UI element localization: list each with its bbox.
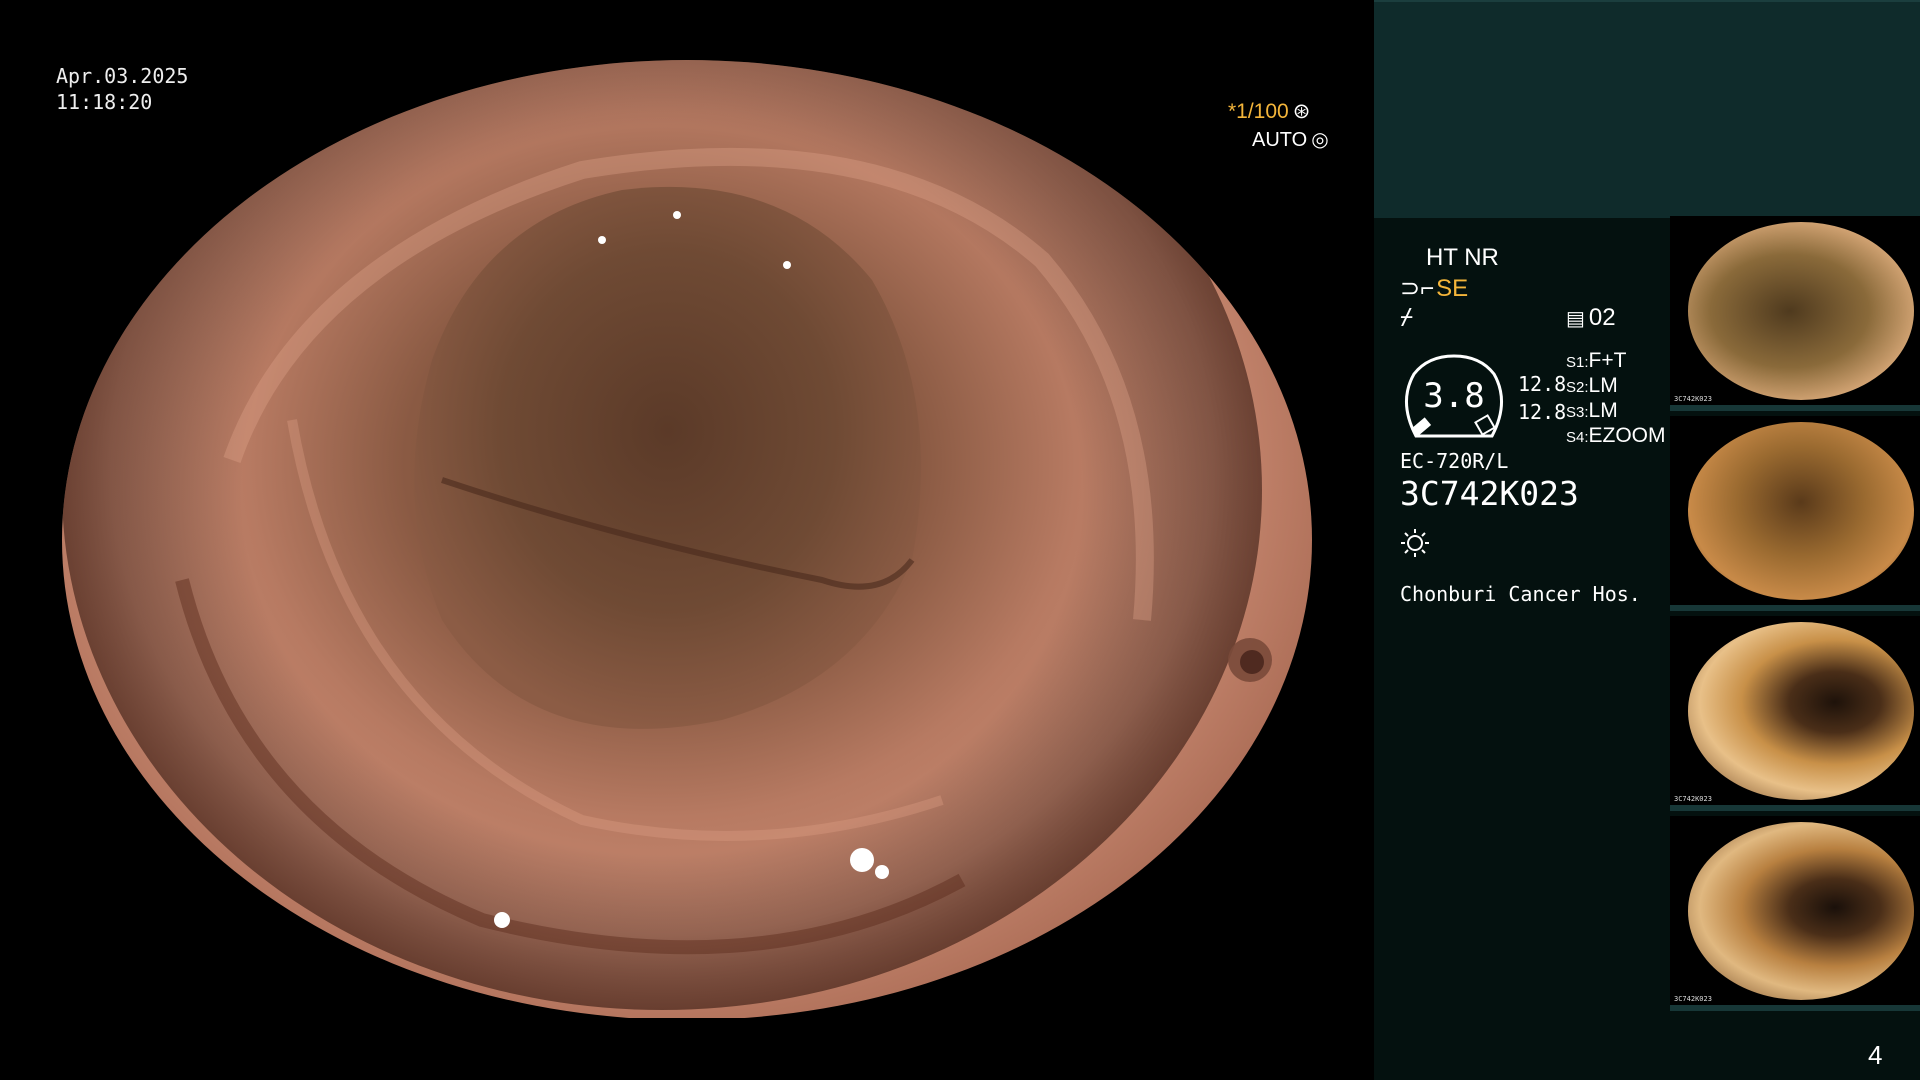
switch-key: S2: <box>1566 379 1589 396</box>
thumbnail-label: 3C742K023 <box>1674 795 1712 803</box>
gauge-value: 3.8 <box>1423 376 1485 416</box>
date-text: Apr.03.2025 <box>56 64 189 88</box>
memory-card-icon: ▤ <box>1566 308 1585 330</box>
thumbnail-bar <box>1670 605 1920 611</box>
auto-exposure: AUTO ◎ <box>1252 127 1329 152</box>
datetime-readout: Apr.03.2025 11:18:20 <box>56 63 188 115</box>
thumbnail-1[interactable]: 3C742K023 <box>1670 216 1920 411</box>
thumbnail-label: 3C742K023 <box>1674 995 1712 1003</box>
ht-nr-label: HT NR <box>1426 244 1499 271</box>
scope-serial: 3C742K023 <box>1400 474 1579 513</box>
shutter-speed: *1/100 ⊛ <box>1228 99 1310 124</box>
thumbnail-3[interactable]: 3C742K023 <box>1670 616 1920 811</box>
switch-value: LM <box>1588 374 1618 397</box>
aperture-icon: ⊛ <box>1292 100 1311 123</box>
iris-icon: ◎ <box>1311 129 1329 151</box>
thumbnail-image <box>1688 222 1914 400</box>
aux-value-1: 12.8 <box>1518 372 1567 396</box>
aux-value-2: 12.8 <box>1518 400 1567 424</box>
right-panel: HT NR ⊃⌐SE ⌿ ▤ 02 3.8 12.8 12.8 S1:F+T S2… <box>1374 0 1920 1080</box>
thumbnail-image <box>1688 422 1914 600</box>
switch-row: S4:EZOOM <box>1566 423 1666 448</box>
scope-model: EC-720R/L <box>1400 449 1509 473</box>
se-label: SE <box>1436 275 1469 302</box>
thumbnail-image <box>1688 622 1914 800</box>
thumbnail-4[interactable]: 3C742K023 <box>1670 816 1920 1011</box>
thumbnail-2[interactable] <box>1670 416 1920 611</box>
memory-slot: ▤ 02 <box>1566 304 1616 332</box>
top-teal-panel <box>1374 0 1920 218</box>
thumbnail-bar <box>1670 805 1920 811</box>
switch-row: S1:F+T <box>1566 348 1666 373</box>
memory-value: 02 <box>1588 304 1616 331</box>
thumbnail-image <box>1688 822 1914 1000</box>
hospital-name: Chonburi Cancer Hos. <box>1400 582 1641 606</box>
structure-enhance-icon: ⊃⌐ <box>1400 275 1435 302</box>
zoom-gauge: 3.8 <box>1398 352 1510 444</box>
structure-enhance: ⊃⌐SE <box>1400 274 1468 303</box>
top-mask <box>0 0 1374 60</box>
auto-label: AUTO <box>1252 129 1308 151</box>
endoscope-view-area: Apr.03.2025 11:18:20 *1/100 ⊛ AUTO ◎ <box>0 0 1374 1080</box>
page-number: 4 <box>1868 1040 1883 1070</box>
thumbnail-label: 3C742K023 <box>1674 395 1712 403</box>
shutter-value: *1/100 <box>1228 100 1289 123</box>
thumbnail-bar <box>1670 1005 1920 1011</box>
switch-row: S3:LM <box>1566 398 1666 423</box>
aux-values: 12.8 12.8 <box>1518 370 1566 426</box>
switch-value: EZOOM <box>1588 424 1666 447</box>
switch-row: S2:LM <box>1566 373 1666 398</box>
color-curve-icon: ⌿ <box>1400 305 1414 330</box>
light-source-icon <box>1400 528 1430 562</box>
switch-settings: S1:F+T S2:LM S3:LM S4:EZOOM <box>1566 348 1666 448</box>
endoscopic-image <box>62 60 1312 1020</box>
thumbnail-bar <box>1670 405 1920 411</box>
switch-key: S1: <box>1566 354 1589 371</box>
switch-value: LM <box>1588 399 1618 422</box>
switch-key: S4: <box>1566 429 1589 446</box>
time-text: 11:18:20 <box>56 90 153 114</box>
settings-info-panel: HT NR ⊃⌐SE ⌿ ▤ 02 3.8 12.8 12.8 S1:F+T S2… <box>1374 216 1670 1080</box>
bottom-mask <box>0 1018 1374 1080</box>
switch-key: S3: <box>1566 404 1589 421</box>
switch-value: F+T <box>1588 349 1627 372</box>
